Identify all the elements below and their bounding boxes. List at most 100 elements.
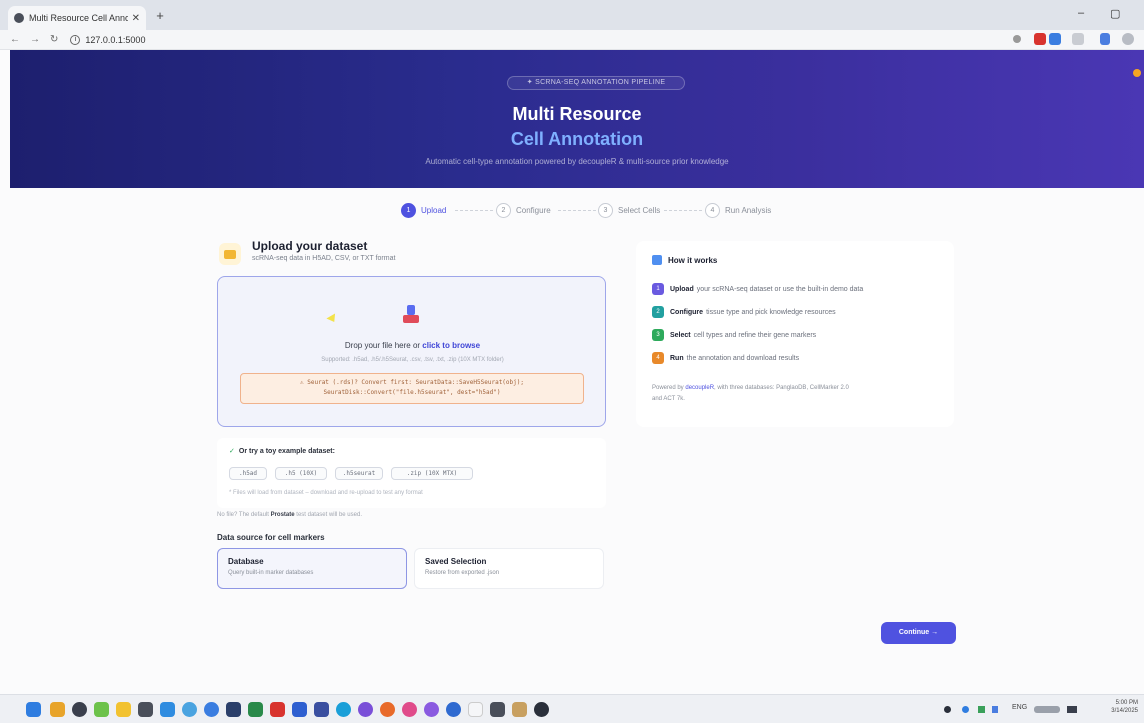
step-label: Upload [421, 206, 447, 215]
taskbar-app-icon[interactable] [182, 702, 197, 717]
taskbar-app-icon[interactable] [292, 702, 307, 717]
hero-badge: ✦ SCRNA-SEQ ANNOTATION PIPELINE [507, 76, 685, 90]
extension-shield-icon[interactable] [1034, 33, 1046, 45]
step-number: 1 [401, 203, 416, 218]
clock-date: 3/14/2025 [1111, 708, 1138, 714]
url-text: 127.0.0.1:5000 [85, 34, 146, 45]
back-icon[interactable]: ← [10, 34, 20, 45]
network-volume-icon[interactable] [1034, 706, 1060, 713]
taskbar-app-icon[interactable] [534, 702, 549, 717]
tray-icon[interactable] [978, 706, 985, 713]
tab-title: Multi Resource Cell Anno [29, 13, 128, 23]
hero-title-line2: Cell Annotation [510, 129, 644, 149]
browser-tab[interactable]: Multi Resource Cell Anno ✕ [8, 6, 146, 30]
taskbar-app-icon[interactable] [204, 702, 219, 717]
example-chip-zip-10x-mtx[interactable]: .zip (10X MTX) [391, 467, 473, 480]
taskbar-app-icon[interactable] [50, 702, 65, 717]
source-database-card[interactable]: Database Query built-in marker databases [217, 548, 407, 589]
taskbar-app-icon[interactable] [490, 702, 505, 717]
chrome-icon[interactable] [336, 702, 351, 717]
step-select-cells[interactable]: 3 Select Cells [598, 203, 660, 218]
language-indicator[interactable]: ENG [1012, 704, 1027, 711]
upload-subtitle: scRNA-seq data in H5AD, CSV, or TXT form… [252, 255, 396, 262]
how-step-upload: 1 Upload your scRNA-seq dataset or use the… [652, 283, 863, 295]
upload-title: Upload your dataset [252, 239, 368, 253]
taskbar-app-icon[interactable] [72, 702, 87, 717]
step-number: 2 [496, 203, 511, 218]
file-dropzone[interactable]: Drop your file here or click to browse S… [217, 276, 606, 427]
new-tab-button[interactable]: + [152, 8, 168, 24]
url-field[interactable]: i 127.0.0.1:5000 [70, 34, 146, 45]
extensions-puzzle-icon[interactable] [1072, 33, 1084, 45]
taskbar-app-icon[interactable] [248, 702, 263, 717]
extension-icon[interactable] [1049, 33, 1061, 45]
info-icon [652, 255, 662, 265]
data-source-label: Data source for cell markers [217, 533, 325, 542]
os-taskbar: ENG 5:00 PM 3/14/2025 [0, 694, 1144, 723]
taskbar-app-icon[interactable] [314, 702, 329, 717]
hero-subtitle: Automatic cell-type annotation powered b… [425, 157, 729, 166]
check-icon: ✓ [229, 448, 235, 455]
card-description: Query built-in marker databases [228, 570, 314, 576]
terminal-icon[interactable] [138, 702, 153, 717]
source-saved-selection-card[interactable]: Saved Selection Restore from exported .j… [414, 548, 604, 589]
bookmark-star-icon[interactable] [1013, 35, 1021, 43]
browse-link[interactable]: click to browse [422, 341, 480, 350]
settings-icon[interactable] [1122, 33, 1134, 45]
folder-icon[interactable] [116, 702, 131, 717]
clock[interactable]: 5:00 PM 3/14/2025 [1088, 699, 1138, 715]
continue-button[interactable]: Continue → [881, 622, 956, 644]
dropzone-prompt: Drop your file here or [344, 341, 423, 350]
default-dataset-note: No file? The default Prostate test datas… [217, 512, 362, 518]
decoupler-link[interactable]: decoupleR [685, 385, 714, 391]
taskbar-app-icon[interactable] [94, 702, 109, 717]
taskbar-app-icon[interactable] [402, 702, 417, 717]
upload-tray-icon [402, 305, 420, 325]
tray-icon[interactable] [944, 706, 951, 713]
how-step-select: 3 Select cell types and refine their gene … [652, 329, 816, 341]
how-step-run: 4 Run the annotation and download results [652, 352, 799, 364]
restore-button[interactable]: ▢ [1110, 7, 1120, 20]
step-connector [455, 210, 493, 211]
step-run-analysis[interactable]: 4 Run Analysis [705, 203, 771, 218]
tray-icon[interactable] [992, 706, 998, 713]
taskbar-app-icon[interactable] [424, 702, 439, 717]
battery-icon[interactable] [1067, 706, 1077, 713]
minimize-button[interactable]: – [1078, 7, 1084, 19]
hero-banner: ✦ SCRNA-SEQ ANNOTATION PIPELINE Multi Re… [10, 50, 1144, 188]
taskbar-app-icon[interactable] [358, 702, 373, 717]
site-favicon-icon [14, 13, 24, 23]
taskbar-app-icon[interactable] [226, 702, 241, 717]
step-number: 3 [598, 203, 613, 218]
taskbar-app-icon[interactable] [270, 702, 285, 717]
download-icon[interactable] [1100, 33, 1110, 45]
how-it-works-title: How it works [652, 255, 717, 265]
firefox-icon[interactable] [380, 702, 395, 717]
step-label: Select Cells [618, 206, 661, 215]
card-title: Database [228, 557, 264, 566]
tab-close-icon[interactable]: ✕ [132, 13, 140, 24]
example-datasets-panel: ✓ Or try a toy example dataset: .h5ad .h5… [217, 438, 606, 508]
step-connector [558, 210, 596, 211]
forward-icon[interactable]: → [30, 34, 40, 45]
dropzone-text: Drop your file here or click to browse [218, 341, 607, 350]
example-chip-h5ad[interactable]: .h5ad [229, 467, 267, 480]
example-chip-h5-10x[interactable]: .h5 (10X) [275, 467, 327, 480]
reload-icon[interactable]: ↻ [50, 34, 58, 45]
example-chip-h5seurat[interactable]: .h5seurat [335, 467, 383, 480]
how-step-configure: 2 Configure tissue type and pick knowledge… [652, 306, 836, 318]
clock-time: 5:00 PM [1115, 700, 1138, 706]
theme-toggle-icon[interactable] [1133, 69, 1141, 77]
tray-icon[interactable] [962, 706, 969, 713]
step-upload[interactable]: 1 Upload [401, 203, 446, 218]
taskbar-app-icon[interactable] [468, 702, 483, 717]
taskbar-app-icon[interactable] [446, 702, 461, 717]
vscode-icon[interactable] [160, 702, 175, 717]
step-label: Configure [516, 206, 551, 215]
taskbar-app-icon[interactable] [512, 702, 527, 717]
hero-title-line1: Multi Resource [512, 104, 642, 124]
step-configure[interactable]: 2 Configure [496, 203, 551, 218]
site-info-icon[interactable]: i [70, 34, 81, 45]
folder-icon [219, 243, 241, 265]
start-menu-icon[interactable] [26, 702, 41, 717]
